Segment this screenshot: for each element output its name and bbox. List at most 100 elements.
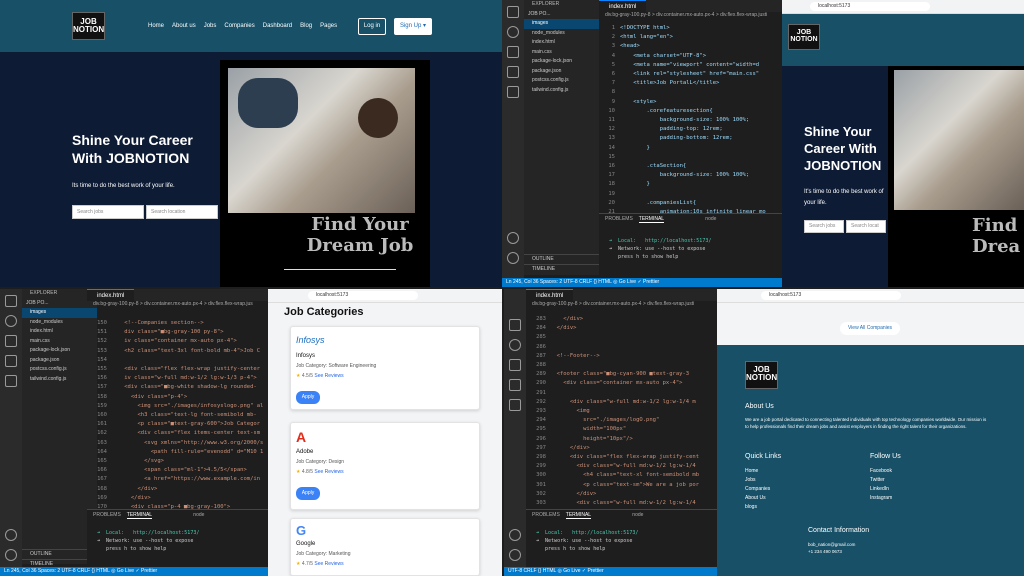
- explorer-title: EXPLORER: [532, 1, 560, 7]
- file-main-css[interactable]: main.css: [22, 337, 97, 347]
- nav-dashboard[interactable]: Dashboard: [263, 23, 292, 29]
- run-debug-icon[interactable]: [5, 355, 17, 367]
- footer-linkedin[interactable]: LinkedIn: [870, 485, 892, 494]
- run-debug-icon[interactable]: [507, 66, 519, 78]
- file-images[interactable]: images: [22, 308, 97, 318]
- hero-title-line1: Shine Your Career: [72, 132, 193, 148]
- outline-section[interactable]: OUTLINE: [22, 549, 97, 559]
- terminal-node[interactable]: node: [632, 512, 643, 518]
- site-logo-small[interactable]: JOB NOTION: [788, 24, 820, 50]
- terminal-node[interactable]: node: [705, 216, 716, 222]
- search-icon[interactable]: [509, 339, 521, 351]
- search-icon[interactable]: [507, 26, 519, 38]
- apply-button[interactable]: Apply: [296, 391, 320, 404]
- logo-small-bottom: NOTION: [790, 36, 818, 43]
- code-editor[interactable]: <!DOCTYPE html> <html lang="en"> <head> …: [620, 24, 770, 214]
- search-icon[interactable]: [5, 315, 17, 327]
- search-jobs-input[interactable]: Search jobs: [72, 205, 144, 219]
- run-debug-icon[interactable]: [509, 379, 521, 391]
- code-editor-3[interactable]: </div> </div> <!--Footer--> <footer clas…: [550, 315, 717, 509]
- code-editor-2[interactable]: <!--Companies section--> div class="■bg-…: [111, 319, 268, 509]
- nav-pages[interactable]: Pages: [320, 23, 337, 29]
- file-package-json[interactable]: package.json: [22, 356, 97, 366]
- files-icon[interactable]: [5, 295, 17, 307]
- terminal-line-network: ➜ Network: use --host to expose: [97, 538, 194, 544]
- activity-bar: [502, 0, 524, 287]
- see-reviews-link[interactable]: See Reviews: [314, 373, 343, 379]
- footer-link-companies[interactable]: Companies: [745, 485, 770, 494]
- tab-problems[interactable]: PROBLEMS: [93, 512, 121, 518]
- extensions-icon[interactable]: [507, 86, 519, 98]
- file-postcss[interactable]: postcss.config.js: [22, 365, 97, 375]
- login-button[interactable]: Log in: [358, 18, 386, 35]
- file-index-html[interactable]: index.html: [524, 38, 599, 48]
- account-icon[interactable]: [5, 529, 17, 541]
- footer-facebook[interactable]: Facebook: [870, 467, 892, 476]
- tab-terminal[interactable]: TERMINAL: [565, 512, 591, 519]
- nav-about[interactable]: About us: [172, 23, 196, 29]
- files-icon[interactable]: [507, 6, 519, 18]
- see-reviews-link[interactable]: See Reviews: [314, 469, 343, 475]
- file-node-modules[interactable]: node_modules: [524, 29, 599, 39]
- terminal-node[interactable]: node: [193, 512, 204, 518]
- signup-button[interactable]: Sign Up ▾: [394, 18, 432, 35]
- site-logo[interactable]: JOB NOTION: [72, 12, 105, 40]
- file-package-lock[interactable]: package-lock.json: [22, 346, 97, 356]
- address-bar-3[interactable]: localhost:5173: [761, 291, 901, 300]
- files-icon[interactable]: [509, 319, 521, 331]
- nav-home[interactable]: Home: [148, 23, 164, 29]
- tab-terminal[interactable]: TERMINAL: [638, 216, 664, 223]
- nav-jobs[interactable]: Jobs: [204, 23, 217, 29]
- company-card-infosys: Infosys Infosys Job Category: Software E…: [290, 326, 480, 410]
- footer-instagram[interactable]: Instagram: [870, 494, 892, 503]
- search-location-input[interactable]: Search location: [146, 205, 218, 219]
- gear-icon[interactable]: [5, 549, 17, 561]
- file-index-html[interactable]: index.html: [22, 327, 97, 337]
- tab-index-html[interactable]: index.html: [599, 0, 647, 12]
- tab-index-html[interactable]: index.html: [526, 289, 574, 301]
- file-package-lock[interactable]: package-lock.json: [524, 57, 599, 67]
- outline-section[interactable]: OUTLINE: [524, 254, 599, 264]
- footer-link-about[interactable]: About Us: [745, 494, 770, 503]
- file-postcss[interactable]: postcss.config.js: [524, 76, 599, 86]
- file-images[interactable]: images: [524, 19, 599, 29]
- project-folder[interactable]: JOB PO...: [524, 10, 599, 20]
- footer-link-blogs[interactable]: blogs: [745, 503, 770, 512]
- gear-icon[interactable]: [509, 549, 521, 561]
- file-main-css[interactable]: main.css: [524, 48, 599, 58]
- account-icon[interactable]: [507, 232, 519, 244]
- tab-problems[interactable]: PROBLEMS: [532, 512, 560, 518]
- search-location-input-small[interactable]: Search locat: [846, 220, 886, 233]
- terminal-line-network: ➜ Network: use --host to expose: [536, 538, 633, 544]
- explorer-panel-2: EXPLORER JOB PO... images node_modules i…: [22, 289, 97, 567]
- see-reviews-link[interactable]: See Reviews: [314, 561, 343, 567]
- extensions-icon[interactable]: [5, 375, 17, 387]
- file-tailwind[interactable]: tailwind.config.js: [22, 375, 97, 385]
- file-node-modules[interactable]: node_modules: [22, 318, 97, 328]
- file-tailwind[interactable]: tailwind.config.js: [524, 86, 599, 96]
- follow-list: Facebook Twitter LinkedIn Instagram: [870, 467, 892, 503]
- source-control-icon[interactable]: [5, 335, 17, 347]
- footer-link-home[interactable]: Home: [745, 467, 770, 476]
- address-bar[interactable]: localhost:5173: [810, 2, 930, 11]
- project-folder[interactable]: JOB PO...: [22, 299, 97, 309]
- timeline-section[interactable]: TIMELINE: [524, 264, 599, 274]
- tab-terminal[interactable]: TERMINAL: [126, 512, 152, 519]
- footer-twitter[interactable]: Twitter: [870, 476, 892, 485]
- tab-index-html[interactable]: index.html: [87, 289, 135, 301]
- extensions-icon[interactable]: [509, 399, 521, 411]
- footer-logo-bottom: NOTION: [746, 373, 778, 382]
- view-all-companies-button[interactable]: View All Companies: [840, 322, 900, 335]
- tab-problems[interactable]: PROBLEMS: [605, 216, 633, 222]
- gear-icon[interactable]: [507, 252, 519, 264]
- nav-blog[interactable]: Blog: [300, 23, 312, 29]
- account-icon[interactable]: [509, 529, 521, 541]
- footer-link-jobs[interactable]: Jobs: [745, 476, 770, 485]
- source-control-icon[interactable]: [507, 46, 519, 58]
- nav-companies[interactable]: Companies: [224, 23, 254, 29]
- apply-button[interactable]: Apply: [296, 487, 320, 500]
- source-control-icon[interactable]: [509, 359, 521, 371]
- search-jobs-input-small[interactable]: Search jobs: [804, 220, 844, 233]
- file-package-json[interactable]: package.json: [524, 67, 599, 77]
- address-bar-2[interactable]: localhost:5173: [308, 291, 418, 300]
